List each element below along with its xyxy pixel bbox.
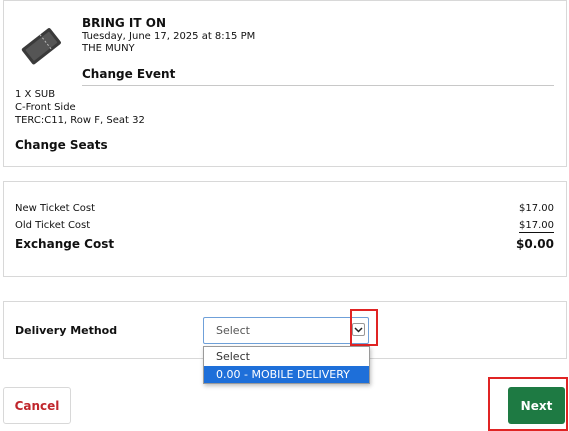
next-button-highlight (488, 377, 568, 431)
divider (82, 85, 554, 86)
dropdown-option-select[interactable]: Select (204, 348, 369, 365)
dropdown-option-mobile-delivery[interactable]: 0.00 - MOBILE DELIVERY (204, 366, 369, 383)
delivery-method-label: Delivery Method (15, 324, 118, 337)
ticket-quantity: 1 X SUB (15, 89, 56, 100)
new-ticket-cost-label: New Ticket Cost (15, 203, 95, 214)
ticket-icon (21, 28, 61, 65)
delivery-method-select[interactable]: Select (203, 317, 369, 344)
dropdown-arrow-highlight (350, 309, 378, 346)
old-ticket-cost-label: Old Ticket Cost (15, 220, 91, 231)
change-seats-link[interactable]: Change Seats (15, 138, 108, 152)
event-venue: THE MUNY (82, 43, 135, 54)
exchange-cost-value: $0.00 (516, 237, 554, 251)
ticket-seat: TERC:C11, Row F, Seat 32 (15, 115, 145, 126)
cancel-button[interactable]: Cancel (3, 387, 71, 424)
event-date: Tuesday, June 17, 2025 at 8:15 PM (82, 31, 256, 42)
delivery-method-dropdown: Select 0.00 - MOBILE DELIVERY (203, 346, 370, 384)
new-ticket-cost-value: $17.00 (519, 203, 554, 214)
event-panel: BRING IT ON Tuesday, June 17, 2025 at 8:… (3, 0, 567, 167)
exchange-cost-label: Exchange Cost (15, 237, 115, 251)
old-ticket-cost-value: $17.00 (519, 220, 554, 233)
change-event-link[interactable]: Change Event (82, 67, 175, 81)
event-title: BRING IT ON (82, 16, 166, 30)
ticket-section: C-Front Side (15, 102, 76, 113)
delivery-method-selected-value: Select (216, 324, 250, 337)
cost-panel: New Ticket Cost $17.00 Old Ticket Cost $… (3, 181, 567, 277)
